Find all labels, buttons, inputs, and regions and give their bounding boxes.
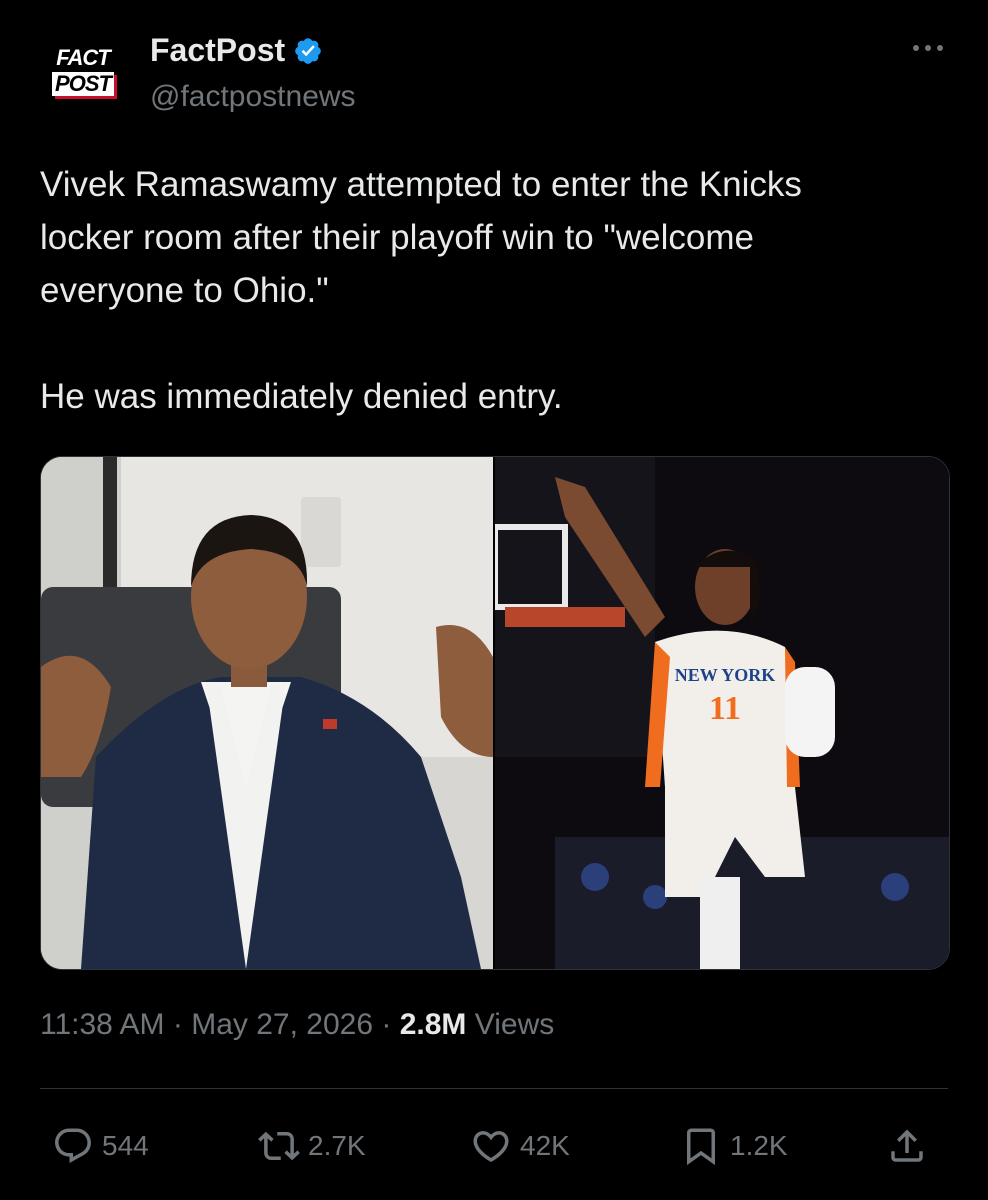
repost-button[interactable]: 2.7K (258, 1116, 366, 1176)
tweet-text: Vivek Ramaswamy attempted to enter the K… (40, 165, 802, 416)
meta-separator: · (381, 1008, 392, 1041)
share-icon (891, 1129, 923, 1162)
author-name-row[interactable]: FactPost (150, 32, 323, 69)
like-icon (473, 1131, 509, 1163)
photo-man-in-suit-illustration (41, 457, 493, 969)
tweet-time[interactable]: 11:38 AM (40, 1008, 165, 1041)
reply-icon (55, 1128, 91, 1163)
action-bar: 544 2.7K 42K 1.2K (40, 1116, 948, 1176)
logo-text-line1: FACT (56, 45, 110, 70)
views-count[interactable]: 2.8M (400, 1008, 467, 1041)
meta-separator: · (172, 1008, 183, 1041)
bookmark-button[interactable]: 1.2K (680, 1116, 788, 1176)
like-button[interactable]: 42K (470, 1116, 570, 1176)
jersey-team-text: NEW YORK (675, 665, 776, 685)
photo-basketball-player-illustration: NEW YORK 11 (495, 457, 949, 969)
bookmark-count: 1.2K (730, 1130, 788, 1161)
tweet-header: FACT POST FactPost @factpostnews (40, 30, 948, 120)
share-button[interactable] (886, 1116, 936, 1176)
reply-count: 544 (102, 1130, 149, 1161)
avatar[interactable]: FACT POST (50, 36, 116, 106)
photo-basketball-player[interactable]: NEW YORK 11 (495, 457, 949, 969)
tweet-date[interactable]: May 27, 2026 (191, 1008, 373, 1041)
logo-text-line2: POST (52, 72, 114, 96)
tweet-meta: 11:38 AM · May 27, 2026 · 2.8M Views (40, 1008, 554, 1042)
repost-icon (258, 1131, 300, 1161)
divider (40, 1088, 948, 1089)
display-name[interactable]: FactPost (150, 32, 285, 69)
verified-badge-icon (295, 37, 321, 64)
views-label: Views (474, 1008, 555, 1041)
reply-button[interactable]: 544 (52, 1116, 149, 1176)
bookmark-icon (687, 1128, 715, 1166)
author-handle[interactable]: @factpostnews (150, 80, 356, 114)
photo-man-in-suit[interactable] (41, 457, 493, 969)
like-count: 42K (520, 1130, 570, 1161)
jersey-number-text: 11 (709, 690, 741, 727)
media-grid[interactable]: NEW YORK 11 (40, 456, 950, 970)
repost-count: 2.7K (308, 1130, 366, 1161)
more-icon[interactable] (908, 38, 948, 58)
